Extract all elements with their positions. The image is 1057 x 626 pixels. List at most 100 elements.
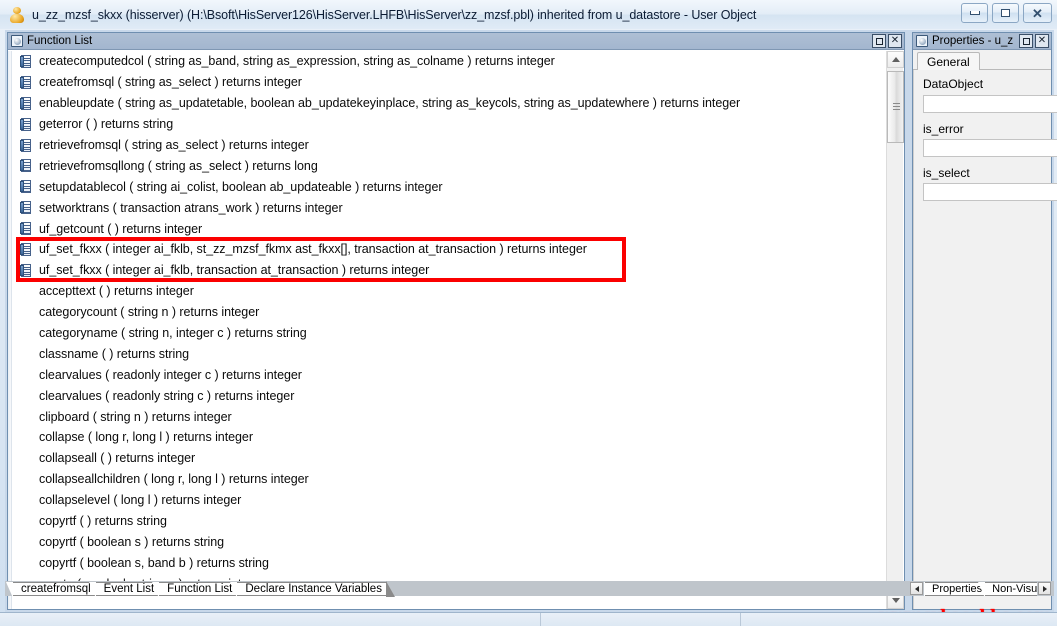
status-cell xyxy=(541,613,741,626)
function-list-item[interactable]: copyrtf ( boolean s, band b ) returns st… xyxy=(13,552,882,573)
function-script-icon xyxy=(20,75,33,89)
function-list[interactable]: createcomputedcol ( string as_band, stri… xyxy=(13,51,882,609)
properties-bottom-tab[interactable]: Non-Visu xyxy=(977,581,1037,596)
function-signature: accepttext ( ) returns integer xyxy=(39,284,194,299)
function-signature: geterror ( ) returns string xyxy=(39,117,174,132)
property-label: DataObject xyxy=(923,77,984,91)
function-list-item[interactable]: uf_set_fkxx ( integer ai_fklb, st_zz_mzs… xyxy=(13,239,882,260)
function-list-item[interactable]: collapseall ( ) returns integer xyxy=(13,448,882,469)
tab-scroll-left-button[interactable] xyxy=(910,582,923,595)
function-list-item[interactable]: setworktrans ( transaction atrans_work )… xyxy=(13,197,882,218)
function-list-body: createcomputedcol ( string as_band, stri… xyxy=(8,51,904,609)
function-list-item[interactable]: accepttext ( ) returns integer xyxy=(13,281,882,302)
bottom-tab-row: createfromsql Event List Function List Decl… xyxy=(5,581,395,598)
function-signature: collapseallchildren ( long r, long l ) r… xyxy=(39,472,309,487)
function-signature: retrievefromsqllong ( string as_select )… xyxy=(39,158,318,173)
properties-caption-bar: Properties - u_z ✕ xyxy=(913,33,1051,50)
function-list-item[interactable]: uf_set_fkxx ( integer ai_fklb, transacti… xyxy=(13,260,882,281)
function-list-caption-buttons: ✕ xyxy=(872,34,902,48)
maximize-button[interactable] xyxy=(872,34,886,48)
function-signature: collapse ( long r, long l ) returns inte… xyxy=(39,430,253,445)
function-list-item[interactable]: setupdatablecol ( string ai_colist, bool… xyxy=(13,176,882,197)
bottom-tab[interactable]: Declare Instance Variables xyxy=(229,582,387,598)
function-signature: categoryname ( string n, integer c ) ret… xyxy=(39,326,307,341)
function-list-item[interactable]: collapse ( long r, long l ) returns inte… xyxy=(13,427,882,448)
close-icon[interactable]: ✕ xyxy=(1035,34,1049,48)
close-button[interactable]: ✕ xyxy=(1023,3,1052,23)
status-bar xyxy=(0,612,1057,626)
function-list-item[interactable]: copyrtf ( ) returns string xyxy=(13,511,882,532)
function-script-icon xyxy=(20,54,33,68)
function-script-icon xyxy=(20,117,33,131)
window-controls: ✕ xyxy=(961,3,1052,23)
function-list-item[interactable]: retrievefromsql ( string as_select ) ret… xyxy=(13,135,882,156)
property-label: is_select xyxy=(923,166,970,180)
function-signature: copyrtf ( boolean s ) returns string xyxy=(39,534,225,549)
function-signature: uf_getcount ( ) returns integer xyxy=(39,221,203,236)
function-signature: enableupdate ( string as_updatetable, bo… xyxy=(39,96,741,111)
function-signature: createfromsql ( string as_select ) retur… xyxy=(39,75,302,90)
function-list-item[interactable]: clipboard ( string n ) returns integer xyxy=(13,406,882,427)
function-list-title: Function List xyxy=(27,35,93,47)
property-input-is_error[interactable] xyxy=(923,139,1057,157)
close-icon[interactable]: ✕ xyxy=(888,34,902,48)
function-signature: createcomputedcol ( string as_band, stri… xyxy=(39,54,555,69)
scrollbar-thumb[interactable] xyxy=(887,71,904,143)
property-field-row xyxy=(923,139,1057,157)
function-list-pane: Function List ✕ createcomputedcol ( stri… xyxy=(7,32,905,610)
function-script-icon xyxy=(20,96,33,110)
function-signature: clipboard ( string n ) returns integer xyxy=(39,409,232,424)
function-signature: clearvalues ( readonly string c ) return… xyxy=(39,388,295,403)
user-object-icon xyxy=(9,6,25,23)
property-input-dataobject[interactable] xyxy=(923,94,1057,113)
function-list-item[interactable]: clearvalues ( readonly string c ) return… xyxy=(13,385,882,406)
function-list-item[interactable]: uf_getcount ( ) returns integer xyxy=(13,218,882,239)
function-list-item[interactable]: retrievefromsqllong ( string as_select )… xyxy=(13,155,882,176)
function-script-icon xyxy=(20,201,33,215)
properties-title: Properties - u_z xyxy=(932,35,1014,47)
tab-general[interactable]: General xyxy=(917,52,980,72)
function-signature: collapseall ( ) returns integer xyxy=(39,451,196,466)
properties-bottom-tab-row: Properties Non-Visu xyxy=(909,581,1052,596)
function-list-item[interactable]: categorycount ( string n ) returns integ… xyxy=(13,302,882,323)
function-list-item[interactable]: categoryname ( string n, integer c ) ret… xyxy=(13,323,882,344)
function-script-icon xyxy=(20,222,33,236)
restore-button[interactable] xyxy=(992,3,1019,23)
painter-icon xyxy=(916,35,928,47)
minimize-button[interactable] xyxy=(961,3,988,23)
bottom-tab[interactable]: createfromsql xyxy=(5,582,96,598)
function-signature: setupdatablecol ( string ai_colist, bool… xyxy=(39,179,443,194)
function-list-item[interactable]: collapselevel ( long l ) returns integer xyxy=(13,490,882,511)
maximize-button[interactable] xyxy=(1019,34,1033,48)
function-list-item[interactable]: classname ( ) returns string xyxy=(13,343,882,364)
properties-caption-buttons: ✕ xyxy=(1019,34,1049,48)
function-list-item[interactable]: collapseallchildren ( long r, long l ) r… xyxy=(13,469,882,490)
function-list-item[interactable]: copyrtf ( boolean s ) returns string xyxy=(13,531,882,552)
tab-scroll-right-button[interactable] xyxy=(1038,582,1051,595)
properties-bottom-tab[interactable]: Properties xyxy=(924,581,986,596)
function-list-item[interactable]: createfromsql ( string as_select ) retur… xyxy=(13,72,882,93)
application-window: u_zz_mzsf_skxx (hisserver) (H:\Bsoft\His… xyxy=(0,0,1057,626)
function-script-icon xyxy=(20,180,33,194)
scrollbar-grip-icon xyxy=(893,103,900,110)
function-script-icon xyxy=(20,263,33,277)
property-field-row xyxy=(923,183,1057,201)
function-list-item[interactable]: clearvalues ( readonly integer c ) retur… xyxy=(13,364,882,385)
status-cell xyxy=(741,613,1057,626)
property-label: is_error xyxy=(923,122,964,136)
status-cell xyxy=(0,613,541,626)
property-field-row: ... xyxy=(923,94,1057,113)
function-signature: retrievefromsql ( string as_select ) ret… xyxy=(39,138,309,152)
scroll-up-button[interactable] xyxy=(887,51,904,68)
bottom-tab[interactable]: Function List xyxy=(151,582,238,598)
function-list-item[interactable]: createcomputedcol ( string as_band, stri… xyxy=(13,51,882,72)
function-signature: uf_set_fkxx ( integer ai_fklb, transacti… xyxy=(39,263,430,278)
function-list-item[interactable]: enableupdate ( string as_updatetable, bo… xyxy=(13,93,882,114)
function-list-scrollbar[interactable] xyxy=(886,51,904,609)
tab-row-trailing-edge xyxy=(385,581,395,597)
properties-pane: Properties - u_z ✕ General DataObject...… xyxy=(912,32,1057,610)
function-signature: copyrtf ( ) returns string xyxy=(39,514,167,529)
property-input-is_select[interactable] xyxy=(923,183,1057,201)
bottom-tab[interactable]: Event List xyxy=(87,582,160,598)
function-list-item[interactable]: geterror ( ) returns string xyxy=(13,114,882,135)
